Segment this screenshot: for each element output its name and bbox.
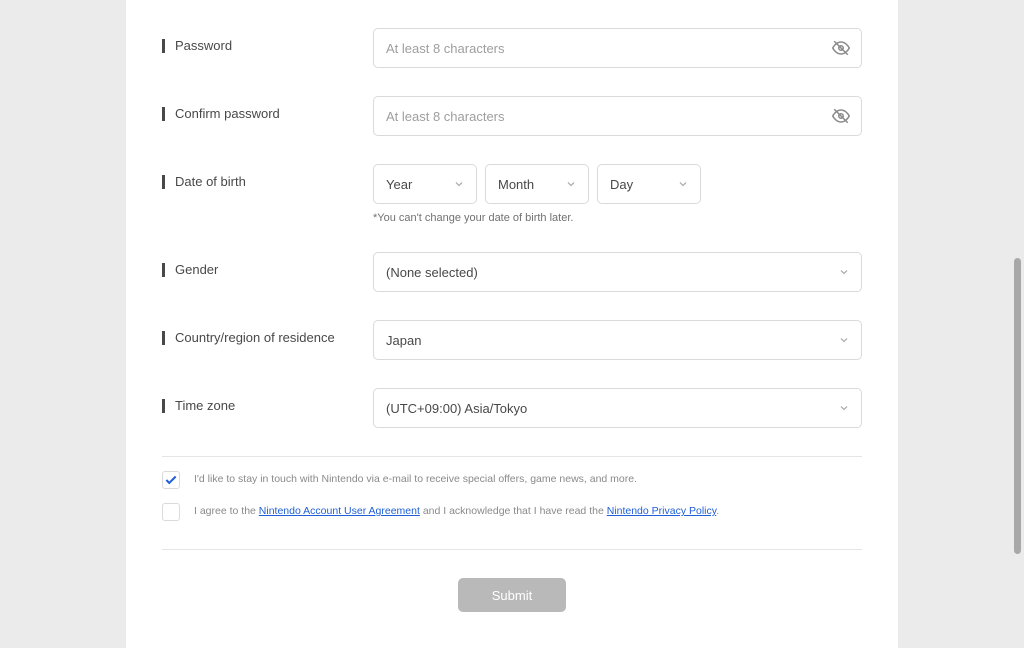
field-row-gender: Gender (None selected) (162, 224, 862, 292)
gender-select[interactable]: (None selected) (373, 252, 862, 292)
month-select-wrap: Month (485, 164, 589, 204)
agreement-mid: and I acknowledge that I have read the (420, 505, 607, 517)
field-row-country: Country/region of residence Japan (162, 292, 862, 360)
newsletter-text: I'd like to stay in touch with Nintendo … (194, 472, 637, 488)
password-input-wrap (373, 28, 862, 68)
gender-label: Gender (175, 262, 218, 277)
timezone-select[interactable]: (UTC+09:00) Asia/Tokyo (373, 388, 862, 428)
label-bar-icon (162, 175, 165, 189)
input-col: Japan (373, 320, 862, 360)
eye-off-icon[interactable] (832, 107, 850, 125)
input-col: (None selected) (373, 252, 862, 292)
label-col: Date of birth (162, 164, 373, 189)
input-col: (UTC+09:00) Asia/Tokyo (373, 388, 862, 428)
field-row-dob: Date of birth Year Month Day *You can't … (162, 136, 862, 224)
timezone-label: Time zone (175, 398, 235, 413)
submit-button[interactable]: Submit (458, 578, 566, 612)
registration-form-card: Password Confirm password (126, 0, 898, 648)
newsletter-checkbox[interactable] (162, 471, 180, 489)
dob-select-row: Year Month Day (373, 164, 862, 204)
label-col: Password (162, 28, 373, 53)
label-bar-icon (162, 263, 165, 277)
field-row-password: Password (162, 0, 862, 68)
label-bar-icon (162, 331, 165, 345)
field-row-confirm-password: Confirm password (162, 68, 862, 136)
checkbox-row-agreement: I agree to the Nintendo Account User Agr… (162, 489, 862, 521)
label-col: Country/region of residence (162, 320, 373, 345)
timezone-select-wrap: (UTC+09:00) Asia/Tokyo (373, 388, 862, 428)
month-select[interactable]: Month (485, 164, 589, 204)
eye-off-icon[interactable] (832, 39, 850, 57)
agreement-suffix: . (716, 505, 719, 517)
password-input[interactable] (373, 28, 862, 68)
year-select-wrap: Year (373, 164, 477, 204)
dob-hint: *You can't change your date of birth lat… (373, 212, 862, 224)
agreement-text: I agree to the Nintendo Account User Agr… (194, 504, 719, 520)
day-select[interactable]: Day (597, 164, 701, 204)
dob-label: Date of birth (175, 174, 246, 189)
label-bar-icon (162, 39, 165, 53)
user-agreement-link[interactable]: Nintendo Account User Agreement (259, 505, 420, 517)
country-select[interactable]: Japan (373, 320, 862, 360)
gender-select-wrap: (None selected) (373, 252, 862, 292)
submit-wrap: Submit (162, 550, 862, 648)
field-row-timezone: Time zone (UTC+09:00) Asia/Tokyo (162, 360, 862, 428)
country-label: Country/region of residence (175, 330, 335, 345)
label-col: Gender (162, 252, 373, 277)
password-label: Password (175, 38, 232, 53)
scrollbar-thumb[interactable] (1014, 258, 1021, 554)
agreement-prefix: I agree to the (194, 505, 259, 517)
input-col: Year Month Day *You can't change your da… (373, 164, 862, 224)
confirm-password-label: Confirm password (175, 106, 280, 121)
label-bar-icon (162, 107, 165, 121)
label-col: Confirm password (162, 96, 373, 121)
label-bar-icon (162, 399, 165, 413)
input-col (373, 28, 862, 68)
input-col (373, 96, 862, 136)
country-select-wrap: Japan (373, 320, 862, 360)
checkbox-row-newsletter: I'd like to stay in touch with Nintendo … (162, 457, 862, 489)
privacy-policy-link[interactable]: Nintendo Privacy Policy (607, 505, 717, 517)
confirm-password-input[interactable] (373, 96, 862, 136)
check-icon (164, 473, 178, 487)
agreement-checkbox[interactable] (162, 503, 180, 521)
confirm-password-input-wrap (373, 96, 862, 136)
year-select[interactable]: Year (373, 164, 477, 204)
day-select-wrap: Day (597, 164, 701, 204)
label-col: Time zone (162, 388, 373, 413)
